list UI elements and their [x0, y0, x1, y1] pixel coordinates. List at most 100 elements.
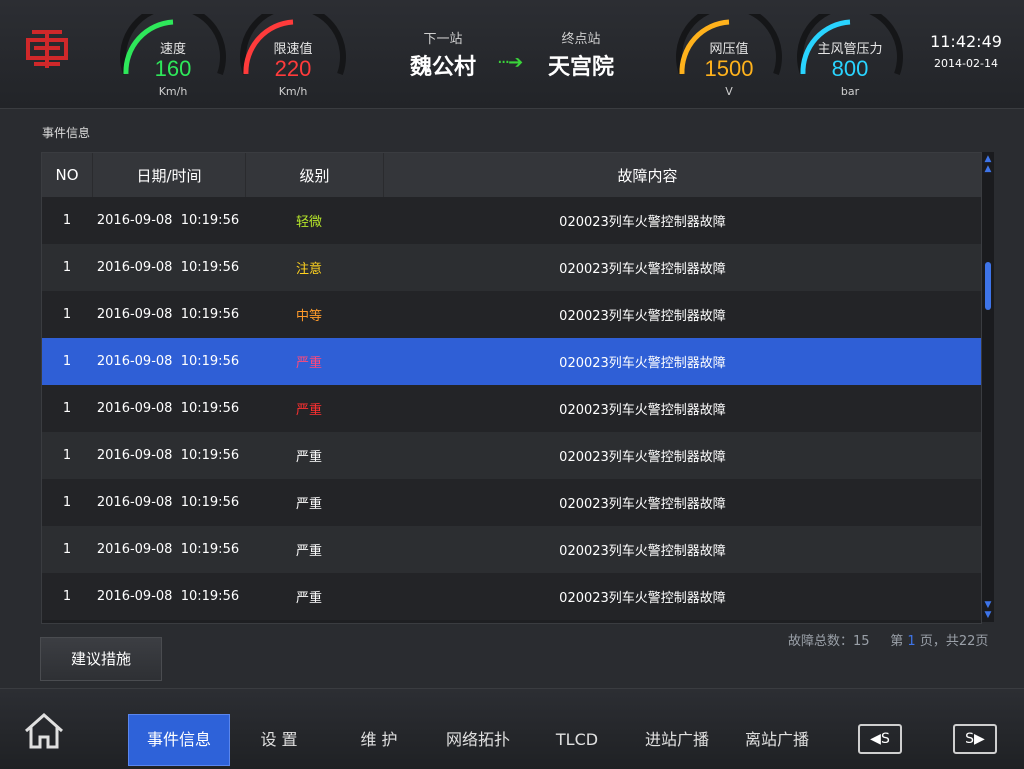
gauge-value: 800: [831, 56, 869, 81]
cell-datetime: 2016-09-08 10:19:56: [92, 354, 244, 369]
next-page-button[interactable]: S▶: [953, 724, 997, 754]
gauge-label: 网压值: [709, 42, 749, 57]
direction-arrow-icon: ···➔: [497, 52, 523, 73]
cell-level: 严重: [295, 403, 322, 418]
next-button-label: S: [965, 731, 975, 747]
prev-page-button[interactable]: ◀S: [858, 724, 902, 754]
cell-date: 2016-09-08: [96, 354, 173, 369]
total-pages: 22: [958, 634, 976, 649]
cell-content: 020023列车火警控制器故障: [559, 497, 726, 512]
table-row[interactable]: 1 2016-09-08 10:19:56 中等 020023列车火警控制器故障: [42, 291, 981, 338]
cell-date: 2016-09-08: [96, 542, 173, 557]
cell-time: 10:19:56: [180, 542, 240, 557]
next-station-name: 魏公村: [409, 55, 476, 80]
clock-time: 11:42:49: [930, 32, 1002, 51]
cell-datetime: 2016-09-08 10:19:56: [92, 307, 244, 322]
cell-date: 2016-09-08: [96, 307, 173, 322]
cell-datetime: 2016-09-08 10:19:56: [92, 542, 244, 557]
table-row[interactable]: 1 2016-09-08 10:19:56 严重 020023列车火警控制器故障: [42, 432, 981, 479]
table-row[interactable]: 1 2016-09-08 10:19:56 严重 020023列车火警控制器故障: [42, 338, 981, 385]
cell-content: 020023列车火警控制器故障: [559, 403, 726, 418]
terminal-station-label: 终点站: [561, 32, 601, 47]
tab-tlcd[interactable]: TLCD: [540, 715, 614, 765]
cell-time: 10:19:56: [180, 260, 240, 275]
cell-content: 020023列车火警控制器故障: [559, 591, 726, 606]
gauge-value: 160: [154, 56, 192, 81]
cell-time: 10:19:56: [180, 495, 240, 510]
section-title: 事件信息: [42, 126, 91, 140]
pager: 故障总数：15 第 1 页，共22页: [788, 630, 988, 649]
speed-limit-gauge: 限速值 220 Km/h: [238, 14, 348, 104]
cell-content: 020023列车火警控制器故障: [559, 356, 726, 371]
table-row[interactable]: 1 2016-09-08 10:19:56 严重 020023列车火警控制器故障: [42, 479, 981, 526]
next-station-label: 下一站: [423, 32, 463, 47]
cell-no: 1: [62, 307, 72, 322]
page-prefix: 第: [890, 634, 904, 649]
cell-date: 2016-09-08: [96, 260, 173, 275]
home-icon[interactable]: [22, 709, 66, 753]
cell-time: 10:19:56: [180, 354, 240, 369]
table-scrollbar[interactable]: ▲ ▲ ▼ ▼: [982, 152, 994, 622]
event-table: NO 日期/时间 级别 故障内容 1 2016-09-08 10:19:56 轻微 0…: [41, 152, 982, 624]
cell-level: 轻微: [295, 215, 322, 230]
total-count: 15: [853, 634, 870, 649]
cell-level: 严重: [295, 544, 322, 559]
current-page: 1: [907, 634, 916, 649]
cell-level: 严重: [295, 591, 322, 606]
cell-no: 1: [62, 213, 72, 228]
column-header-content: 故障内容: [617, 166, 678, 185]
tab-settings[interactable]: 设 置: [240, 715, 318, 765]
total-label: 故障总数：: [788, 634, 854, 649]
cell-time: 10:19:56: [180, 307, 240, 322]
cell-date: 2016-09-08: [96, 448, 173, 463]
cell-datetime: 2016-09-08 10:19:56: [92, 401, 244, 416]
gauge-label: 速度: [159, 42, 186, 57]
top-bar: 速度 160 Km/h 限速值 220 Km/h 下一站 魏公村 ···➔ 终点…: [0, 0, 1024, 109]
tab-maintenance[interactable]: 维 护: [340, 715, 418, 765]
table-body: 1 2016-09-08 10:19:56 轻微 020023列车火警控制器故障 1 20…: [42, 197, 981, 620]
cell-datetime: 2016-09-08 10:19:56: [92, 495, 244, 510]
table-header: NO 日期/时间 级别 故障内容: [42, 153, 981, 197]
scroll-thumb[interactable]: [985, 262, 991, 310]
cell-level: 中等: [295, 309, 322, 324]
cell-no: 1: [62, 354, 72, 369]
next-station: 下一站 魏公村: [408, 28, 478, 81]
triangle-left-icon: ◀: [870, 731, 881, 747]
tab-arrival-broadcast[interactable]: 进站广播: [636, 715, 718, 765]
column-header-datetime: 日期/时间: [93, 153, 246, 197]
triangle-right-icon: ▶: [974, 731, 985, 747]
gauge-value: 1500: [704, 56, 754, 81]
table-row[interactable]: 1 2016-09-08 10:19:56 严重 020023列车火警控制器故障: [42, 385, 981, 432]
terminal-station-name: 天宫院: [547, 55, 614, 80]
cell-content: 020023列车火警控制器故障: [559, 215, 726, 230]
cell-datetime: 2016-09-08 10:19:56: [92, 589, 244, 604]
tab-network-topology[interactable]: 网络拓扑: [436, 715, 520, 765]
tab-event-info[interactable]: 事件信息: [128, 714, 230, 766]
table-row[interactable]: 1 2016-09-08 10:19:56 严重 020023列车火警控制器故障: [42, 573, 981, 620]
cell-date: 2016-09-08: [96, 213, 173, 228]
clock: 11:42:49 2014-02-14: [930, 32, 1002, 70]
cell-no: 1: [62, 495, 72, 510]
cell-date: 2016-09-08: [96, 495, 173, 510]
cell-datetime: 2016-09-08 10:19:56: [92, 213, 244, 228]
table-row[interactable]: 1 2016-09-08 10:19:56 注意 020023列车火警控制器故障: [42, 244, 981, 291]
page-mid: 页，共: [919, 634, 959, 649]
cell-content: 020023列车火警控制器故障: [559, 450, 726, 465]
gauge-label: 限速值: [273, 42, 313, 57]
tab-departure-broadcast[interactable]: 离站广播: [736, 715, 818, 765]
cell-level: 严重: [295, 497, 322, 512]
gauge-unit: Km/h: [158, 85, 188, 98]
cell-date: 2016-09-08: [96, 589, 173, 604]
cell-level: 严重: [295, 356, 322, 371]
scroll-up-icon[interactable]: ▲ ▲: [982, 154, 994, 174]
main-air-pressure-gauge: 主风管压力 800 bar: [795, 14, 905, 104]
advice-button[interactable]: 建议措施: [40, 637, 162, 681]
cell-no: 1: [62, 589, 72, 604]
cell-datetime: 2016-09-08 10:19:56: [92, 448, 244, 463]
table-row[interactable]: 1 2016-09-08 10:19:56 严重 020023列车火警控制器故障: [42, 526, 981, 573]
scroll-down-icon[interactable]: ▼ ▼: [982, 600, 994, 620]
table-row[interactable]: 1 2016-09-08 10:19:56 轻微 020023列车火警控制器故障: [42, 197, 981, 244]
cell-no: 1: [62, 401, 72, 416]
cell-no: 1: [62, 542, 72, 557]
cell-no: 1: [62, 260, 72, 275]
